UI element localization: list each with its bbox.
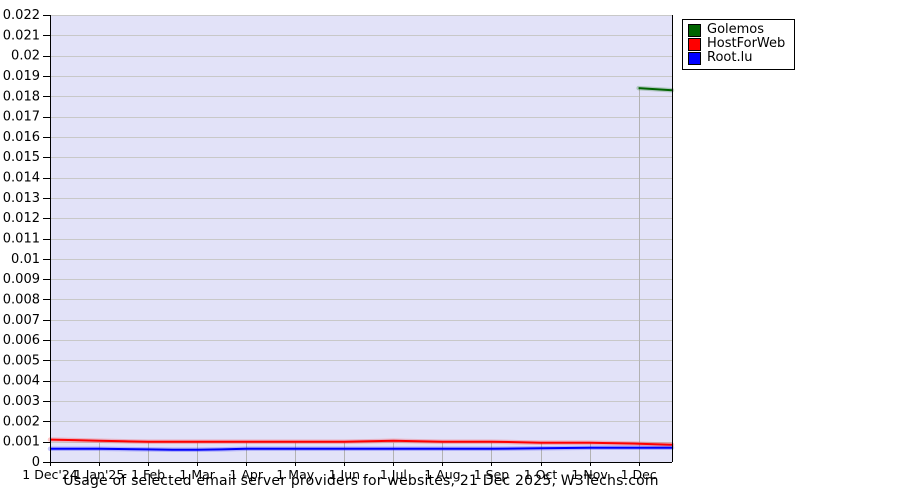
y-tick-label: 0.013 bbox=[3, 191, 40, 206]
legend-label-rootlu: Root.lu bbox=[707, 50, 753, 65]
y-tick-label: 0.001 bbox=[3, 435, 40, 450]
y-tick-label: 0.02 bbox=[11, 49, 40, 64]
y-tick-label: 0.022 bbox=[3, 8, 40, 23]
chart-title: Usage of selected email server providers… bbox=[63, 473, 659, 489]
y-tick-label: 0.019 bbox=[3, 69, 40, 84]
y-tick-label: 0.004 bbox=[3, 374, 40, 389]
y-tick-label: 0.005 bbox=[3, 353, 40, 368]
y-tick-label: 0.008 bbox=[3, 292, 40, 307]
y-tick-label: 0.011 bbox=[3, 232, 40, 247]
y-tick-label: 0.017 bbox=[3, 110, 40, 125]
y-tick-label: 0.006 bbox=[3, 333, 40, 348]
y-tick-label: 0.01 bbox=[11, 252, 40, 267]
y-tick-label: 0.002 bbox=[3, 414, 40, 429]
y-tick-label: 0.021 bbox=[3, 28, 40, 43]
legend-label-hostforweb: HostForWeb bbox=[707, 36, 786, 51]
legend-swatch-rootlu-icon bbox=[688, 51, 701, 65]
y-tick-label: 0.009 bbox=[3, 272, 40, 287]
y-tick-label: 0.003 bbox=[3, 394, 40, 409]
legend-item-hostforweb: HostForWeb bbox=[688, 37, 785, 51]
y-tick-label: 0.015 bbox=[3, 150, 40, 165]
usage-chart-plot: 00.0010.0020.0030.0040.0050.0060.0070.00… bbox=[3, 8, 675, 482]
y-tick-label: 0.007 bbox=[3, 313, 40, 328]
y-tick-label: 0.014 bbox=[3, 171, 40, 186]
y-tick-label: 0.018 bbox=[3, 89, 40, 104]
y-tick-label: 0.016 bbox=[3, 130, 40, 145]
legend-item-golemos: Golemos bbox=[688, 23, 785, 37]
legend-label-golemos: Golemos bbox=[707, 22, 765, 37]
chart-canvas: 0 0.001 0.002 0.003 0.004 0.005 0.006 0.007 0.00… bbox=[0, 0, 900, 500]
legend: Golemos HostForWeb Root.lu bbox=[682, 19, 796, 70]
plot-background bbox=[50, 15, 672, 462]
legend-swatch-golemos-icon bbox=[688, 23, 701, 37]
legend-swatch-hostforweb-icon bbox=[688, 37, 701, 51]
legend-item-rootlu: Root.lu bbox=[688, 51, 785, 65]
y-tick-label: 0.012 bbox=[3, 211, 40, 226]
